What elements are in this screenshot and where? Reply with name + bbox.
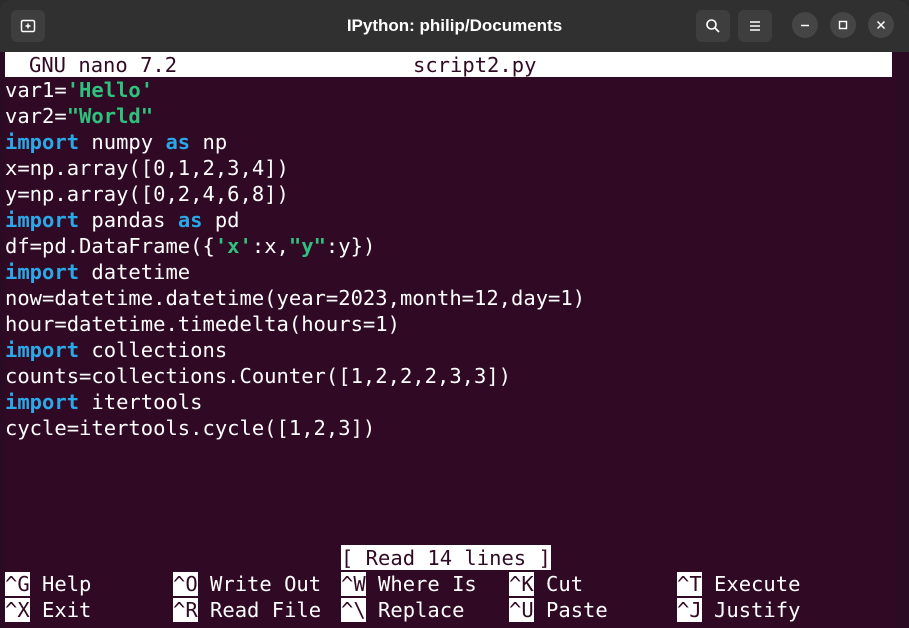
shortcut-label: Justify	[701, 598, 801, 622]
shortcut-execute[interactable]: ^T Execute	[677, 571, 800, 597]
hamburger-menu-icon	[750, 21, 760, 31]
shortcut-key: ^R	[173, 598, 198, 622]
shortcut-label: Write Out	[197, 572, 322, 596]
code-text: pandas	[79, 208, 178, 232]
code-line-5[interactable]: y=np.array([0,2,4,6,8])	[5, 181, 289, 207]
code-keyword: import	[5, 338, 80, 362]
shortcut-write-out[interactable]: ^O Write Out	[173, 571, 321, 597]
shortcut-label: Execute	[701, 572, 801, 596]
code-text: np	[190, 130, 228, 154]
shortcut-label: Help	[29, 572, 92, 596]
code-line-13[interactable]: import itertools	[5, 389, 202, 415]
code-text: :x,	[251, 234, 289, 258]
shortcut-key: ^O	[173, 572, 198, 596]
nano-title-bar: GNU nano 7.2 script2.py	[5, 52, 892, 77]
code-text: :y})	[325, 234, 376, 258]
terminal-window: IPython: philip/Documents GNU nano 7.2 s…	[0, 0, 909, 628]
shortcut-replace[interactable]: ^\ Replace	[341, 597, 464, 623]
title-bar[interactable]: IPython: philip/Documents	[0, 0, 909, 52]
code-keyword: import	[5, 390, 80, 414]
shortcut-key: ^T	[677, 572, 702, 596]
shortcut-key: ^G	[5, 572, 30, 596]
shortcut-read-file[interactable]: ^R Read File	[173, 597, 321, 623]
terminal-area[interactable]: GNU nano 7.2 script2.py var1='Hello' var…	[5, 52, 897, 628]
code-keyword: import	[5, 260, 80, 284]
code-text: numpy	[79, 130, 166, 154]
code-keyword: as	[177, 208, 203, 232]
shortcut-key: ^X	[5, 598, 30, 622]
maximize-icon	[838, 20, 848, 30]
shortcut-key: ^K	[509, 572, 534, 596]
code-line-4[interactable]: x=np.array([0,1,2,3,4])	[5, 155, 289, 181]
code-line-8[interactable]: import datetime	[5, 259, 190, 285]
code-line-14[interactable]: cycle=itertools.cycle([1,2,3])	[5, 415, 375, 441]
code-text: var1=	[5, 78, 67, 102]
code-text: var2=	[5, 104, 67, 128]
code-text: itertools	[79, 390, 203, 414]
code-text: pd	[202, 208, 240, 232]
code-line-10[interactable]: hour=datetime.timedelta(hours=1)	[5, 311, 400, 337]
code-line-11[interactable]: import collections	[5, 337, 227, 363]
code-text: df=pd.DataFrame({	[5, 234, 215, 258]
status-message: [ Read 14 lines ]	[341, 545, 551, 570]
close-button[interactable]	[868, 12, 894, 38]
code-string: 'Hello'	[66, 78, 154, 102]
shortcut-label: Exit	[29, 598, 92, 622]
shortcut-key: ^U	[509, 598, 534, 622]
nano-filename: script2.py	[413, 53, 537, 77]
minimize-button[interactable]	[792, 12, 818, 38]
code-line-9[interactable]: now=datetime.datetime(year=2023,month=12…	[5, 285, 585, 311]
shortcut-paste[interactable]: ^U Paste	[509, 597, 608, 623]
shortcut-label: Read File	[197, 598, 322, 622]
shortcut-justify[interactable]: ^J Justify	[677, 597, 800, 623]
code-string: 'x'	[214, 234, 252, 258]
shortcut-label: Replace	[365, 598, 465, 622]
code-text: datetime	[79, 260, 191, 284]
shortcut-exit[interactable]: ^X Exit	[5, 597, 91, 623]
shortcut-cut[interactable]: ^K Cut	[509, 571, 583, 597]
shortcut-help[interactable]: ^G Help	[5, 571, 91, 597]
code-string: "World"	[66, 104, 154, 128]
shortcut-key: ^\	[341, 598, 366, 622]
nano-version: GNU nano 7.2	[29, 53, 178, 77]
shortcut-key: ^J	[677, 598, 702, 622]
search-icon	[706, 19, 720, 33]
code-keyword: as	[165, 130, 191, 154]
maximize-button[interactable]	[830, 12, 856, 38]
code-line-6[interactable]: import pandas as pd	[5, 207, 240, 233]
window-title: IPython: philip/Documents	[346, 16, 563, 35]
close-icon	[876, 20, 886, 30]
code-string: "y"	[288, 234, 326, 258]
shortcut-label: Cut	[533, 572, 584, 596]
search-button[interactable]	[696, 10, 730, 42]
shortcut-label: Where Is	[365, 572, 477, 596]
code-text: collections	[79, 338, 228, 362]
code-line-2[interactable]: var2="World"	[5, 103, 153, 129]
code-keyword: import	[5, 130, 80, 154]
code-line-1[interactable]: var1='Hello'	[5, 77, 153, 103]
menu-button[interactable]	[738, 10, 772, 42]
minimize-icon	[801, 24, 809, 27]
shortcut-label: Paste	[533, 598, 608, 622]
code-line-3[interactable]: import numpy as np	[5, 129, 227, 155]
shortcut-key: ^W	[341, 572, 366, 596]
code-keyword: import	[5, 208, 80, 232]
shortcut-where-is[interactable]: ^W Where Is	[341, 571, 477, 597]
code-line-7[interactable]: df=pd.DataFrame({'x':x,"y":y})	[5, 233, 375, 259]
code-line-12[interactable]: counts=collections.Counter([1,2,2,2,3,3]…	[5, 363, 511, 389]
